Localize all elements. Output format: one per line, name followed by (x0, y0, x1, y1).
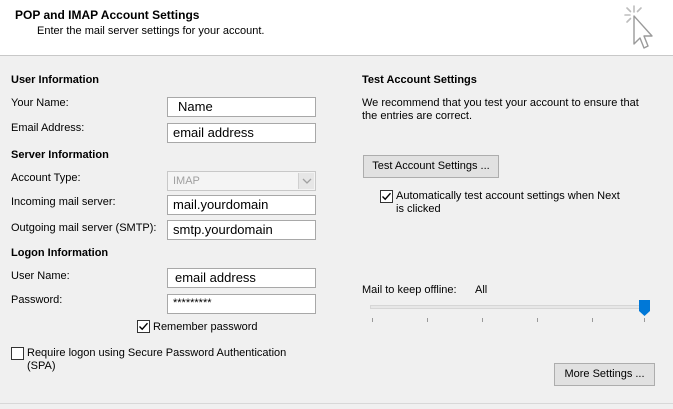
test-account-settings-button[interactable]: Test Account Settings ... (363, 155, 499, 178)
password-field[interactable]: ********* (167, 294, 316, 314)
offline-slider-thumb[interactable] (639, 300, 650, 316)
checkmark-icon (139, 322, 149, 331)
auto-test-label-line1: Automatically test account settings when… (396, 190, 620, 202)
outgoing-server-field[interactable]: smtp.yourdomain (167, 220, 316, 240)
spa-checkbox[interactable] (11, 347, 24, 360)
logon-info-heading: Logon Information (11, 247, 109, 259)
slider-tick (482, 318, 483, 322)
divider (0, 403, 673, 404)
incoming-server-label: Incoming mail server: (11, 196, 116, 208)
remember-password-label: Remember password (153, 321, 258, 333)
spa-label-line1: Require logon using Secure Password Auth… (27, 347, 287, 359)
spa-label-line2: (SPA) (27, 360, 56, 372)
user-name-label: User Name: (11, 270, 70, 282)
outgoing-server-label: Outgoing mail server (SMTP): (11, 222, 157, 234)
click-cursor-icon (624, 5, 653, 49)
page-subtitle: Enter the mail server settings for your … (37, 25, 265, 37)
your-name-field[interactable]: Name (167, 97, 316, 117)
email-address-field[interactable]: email address (167, 123, 316, 143)
more-settings-button[interactable]: More Settings ... (554, 363, 655, 386)
auto-test-label-line2: is clicked (396, 203, 441, 215)
email-address-label: Email Address: (11, 122, 85, 134)
your-name-label: Your Name: (11, 97, 69, 109)
slider-tick (592, 318, 593, 322)
offline-value: All (475, 284, 488, 296)
user-name-field[interactable]: email address (167, 268, 316, 288)
server-info-heading: Server Information (11, 149, 109, 161)
test-settings-heading: Test Account Settings (362, 74, 477, 86)
user-info-heading: User Information (11, 74, 100, 86)
account-type-label: Account Type: (11, 172, 81, 184)
checkmark-icon (382, 192, 392, 201)
test-settings-desc-line1: We recommend that you test your account … (362, 97, 639, 109)
slider-tick (644, 318, 645, 322)
page-title: POP and IMAP Account Settings (15, 8, 200, 22)
slider-tick (537, 318, 538, 322)
test-settings-desc-line2: the entries are correct. (362, 110, 473, 122)
slider-tick (372, 318, 373, 322)
offline-label: Mail to keep offline: (362, 284, 457, 296)
header-banner: POP and IMAP Account Settings Enter the … (0, 0, 673, 56)
incoming-server-field[interactable]: mail.yourdomain (167, 195, 316, 215)
password-label: Password: (11, 294, 63, 306)
offline-slider-track[interactable] (370, 305, 650, 309)
account-type-value: IMAP (173, 175, 200, 187)
chevron-down-icon (298, 173, 314, 189)
slider-tick (427, 318, 428, 322)
auto-test-checkbox[interactable] (380, 190, 393, 203)
remember-password-checkbox[interactable] (137, 320, 150, 333)
account-type-select[interactable]: IMAP (167, 171, 316, 191)
